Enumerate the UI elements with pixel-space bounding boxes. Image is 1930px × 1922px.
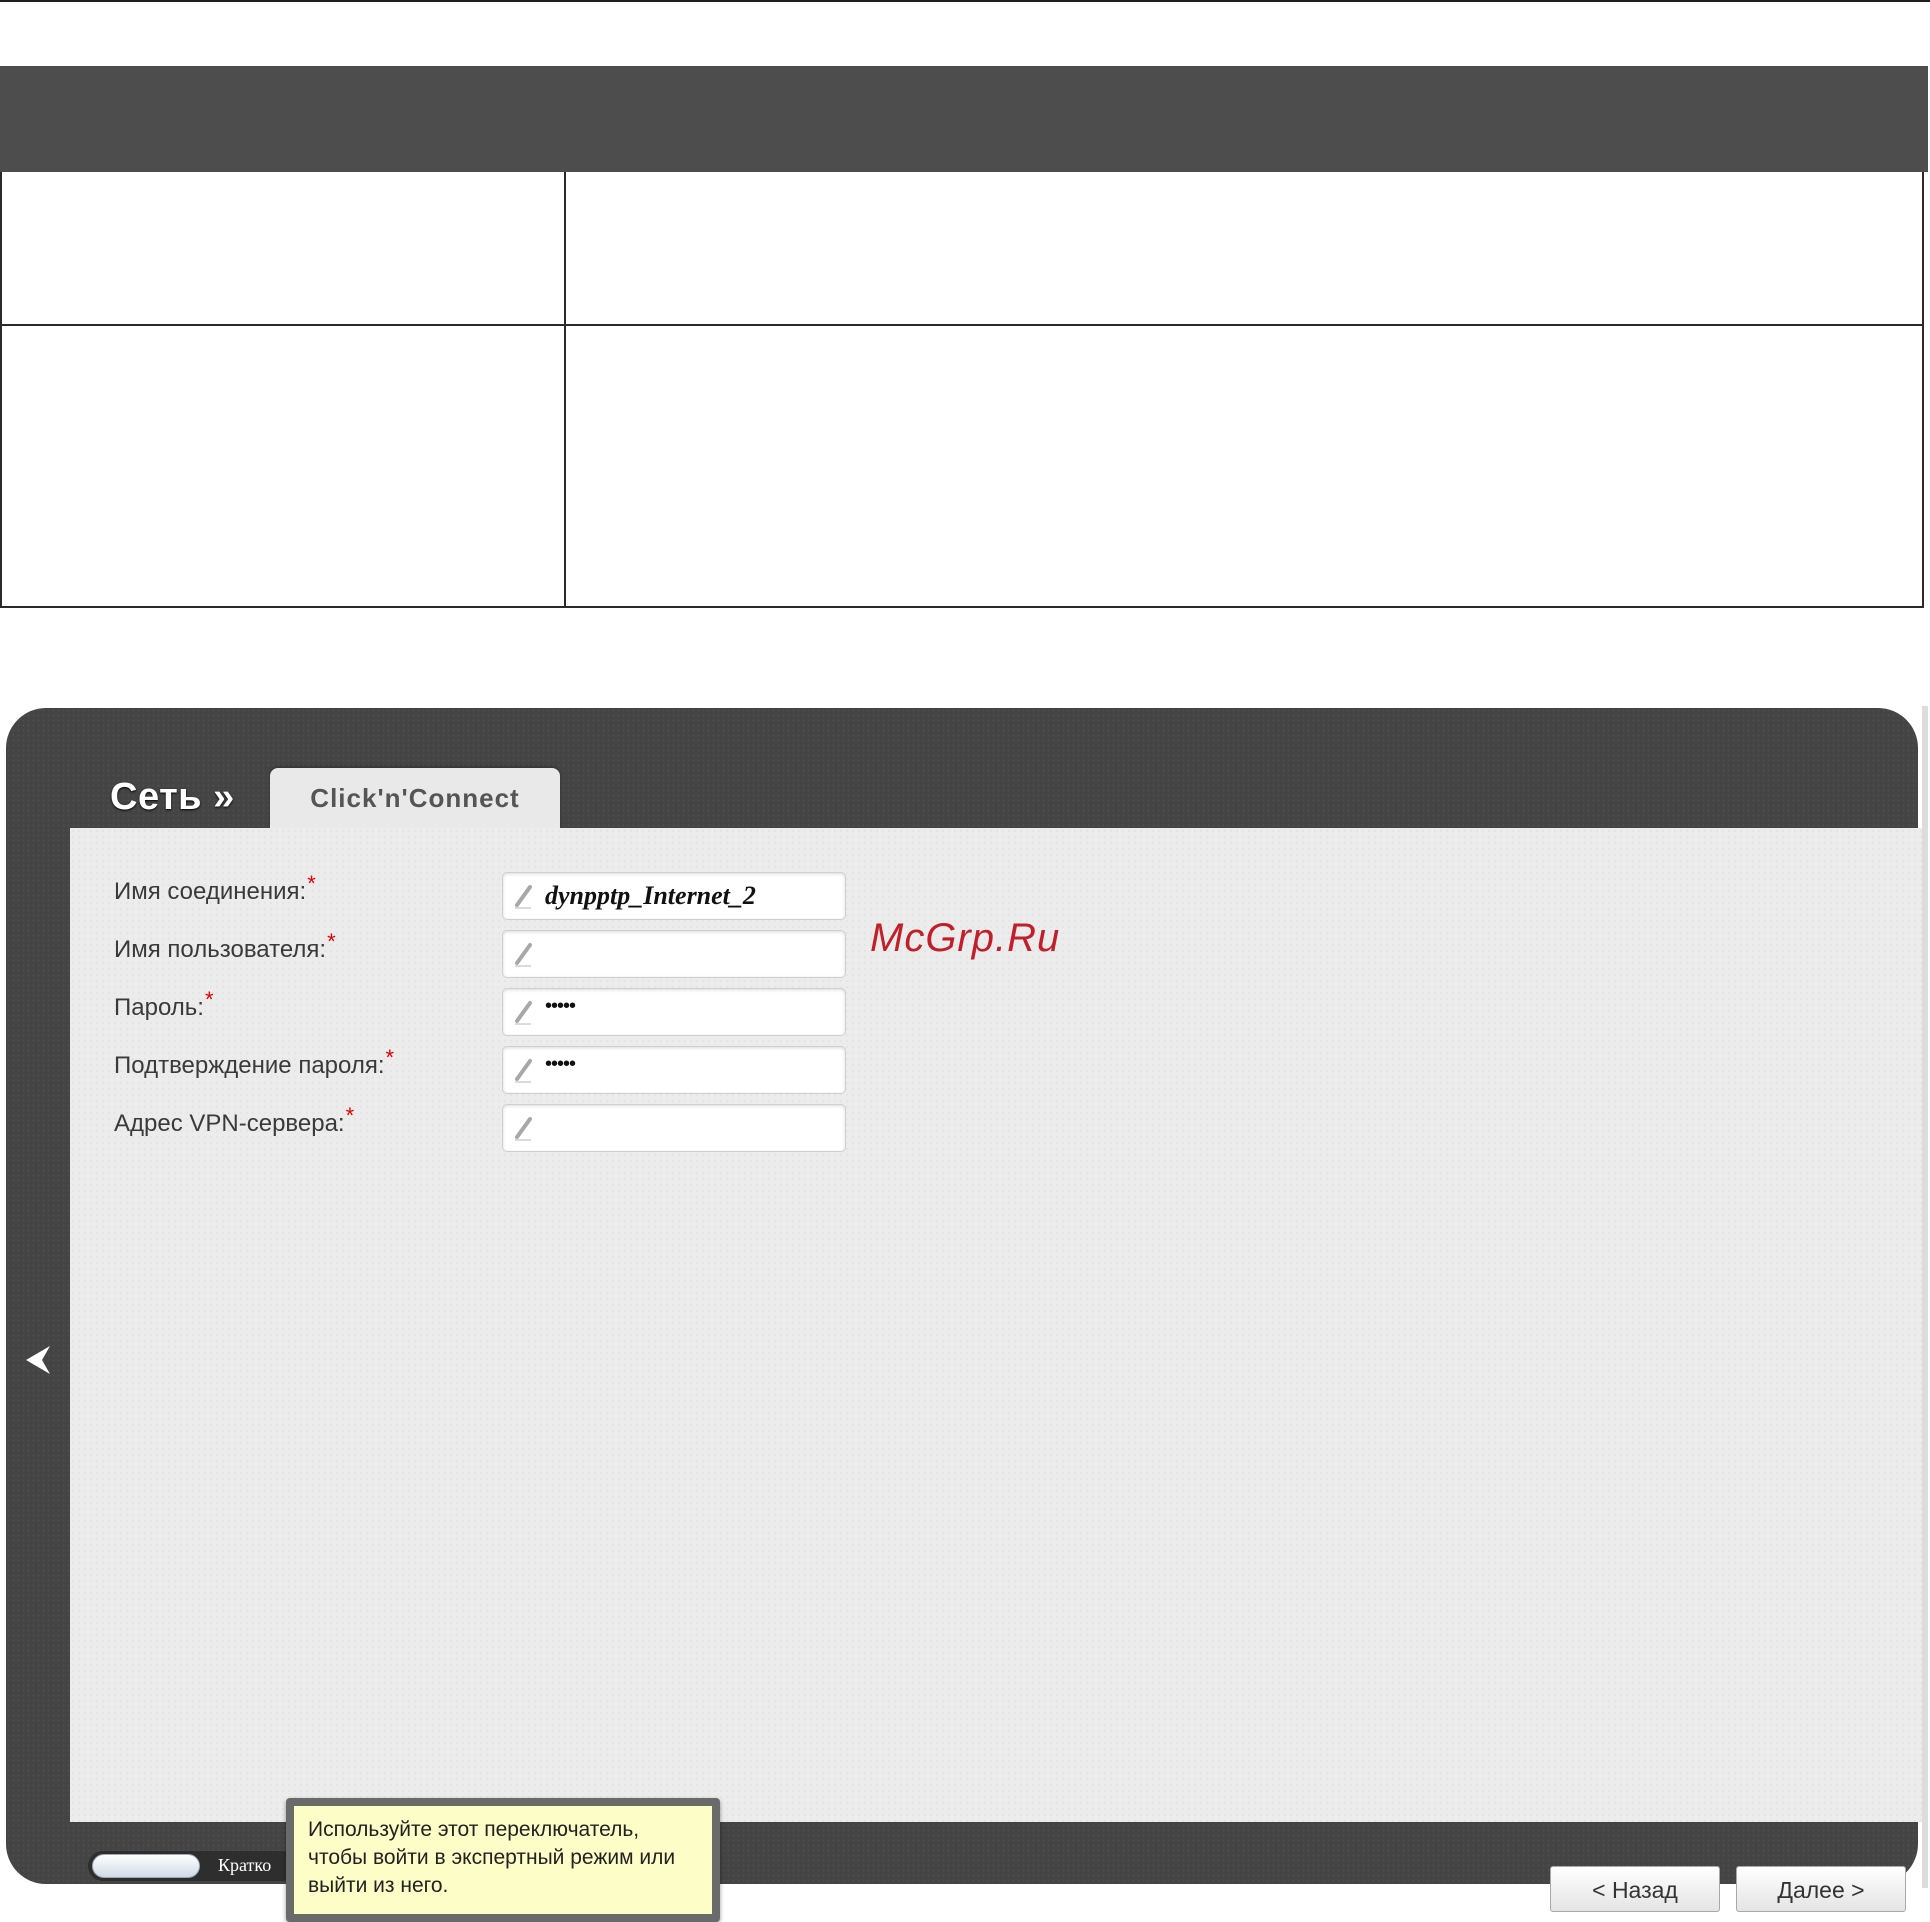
next-button[interactable]: Далее > (1736, 1866, 1906, 1912)
chevron-left-icon[interactable] (20, 1340, 54, 1380)
pencil-icon (515, 1001, 532, 1025)
password-value: ••••• (545, 995, 576, 1017)
breadcrumb-network[interactable]: Сеть » (110, 776, 235, 819)
required-marker: * (307, 871, 316, 896)
tooltip-line: выйти из него. (308, 1874, 449, 1897)
tooltip-line: Используйте этот переключатель, (308, 1818, 640, 1841)
vpn-server-label: Адрес VPN-сервера:* (114, 1103, 354, 1138)
router-ui-screenshot: Сеть » Click'n'Connect Имя соединения:* … (0, 706, 1928, 1922)
connection-name-input[interactable]: dynpptp_Internet_2 (502, 872, 846, 920)
table-row (0, 172, 1924, 326)
password-confirm-value: ••••• (545, 1053, 576, 1075)
vpn-server-input[interactable] (502, 1104, 846, 1152)
connection-name-value: dynpptp_Internet_2 (545, 881, 756, 910)
required-marker: * (345, 1103, 355, 1128)
tab-label: Click'n'Connect (310, 783, 520, 813)
ui-frame: Сеть » Click'n'Connect Имя соединения:* … (6, 708, 1928, 1922)
top-rule (0, 0, 1930, 2)
back-button[interactable]: < Назад (1550, 1866, 1720, 1912)
expert-mode-toggle[interactable]: Кратко (88, 1851, 298, 1881)
table-header (0, 66, 1928, 172)
password-confirm-label: Подтверждение пароля:* (114, 1045, 394, 1080)
connection-name-label: Имя соединения:* (114, 871, 316, 906)
pencil-icon (515, 1117, 532, 1141)
label-text: Адрес VPN-сервера: (114, 1110, 345, 1137)
pencil-icon (515, 943, 532, 967)
frame-edge (1922, 706, 1928, 1888)
table-row (0, 324, 1924, 608)
username-label: Имя пользователя:* (114, 929, 336, 964)
required-marker: * (204, 987, 214, 1012)
tooltip-body: Используйте этот переключатель, чтобы во… (294, 1806, 712, 1914)
username-input[interactable] (502, 930, 846, 978)
toggle-tooltip: Используйте этот переключатель, чтобы во… (286, 1798, 720, 1922)
tab-click-n-connect[interactable]: Click'n'Connect (270, 768, 560, 828)
password-confirm-input[interactable]: ••••• (502, 1046, 846, 1094)
column-divider (564, 326, 566, 606)
toggle-label: Кратко (218, 1855, 272, 1875)
label-text: Пароль: (114, 994, 204, 1021)
password-input[interactable]: ••••• (502, 988, 846, 1036)
label-text: Подтверждение пароля: (114, 1052, 385, 1079)
label-text: Имя соединения: (114, 878, 307, 905)
watermark: McGrp.Ru (870, 916, 1061, 960)
required-marker: * (327, 929, 336, 954)
tooltip-line: чтобы войти в экспертный режим или (308, 1846, 676, 1869)
label-text: Имя пользователя: (114, 936, 327, 963)
document-table (0, 66, 1928, 608)
form-panel: Имя соединения:* dynpptp_Internet_2 Имя … (70, 828, 1928, 1922)
pencil-icon (515, 1059, 532, 1083)
password-label: Пароль:* (114, 987, 214, 1022)
toggle-knob[interactable] (92, 1854, 200, 1878)
required-marker: * (385, 1045, 395, 1070)
column-divider (564, 172, 566, 324)
pencil-icon (515, 885, 532, 909)
